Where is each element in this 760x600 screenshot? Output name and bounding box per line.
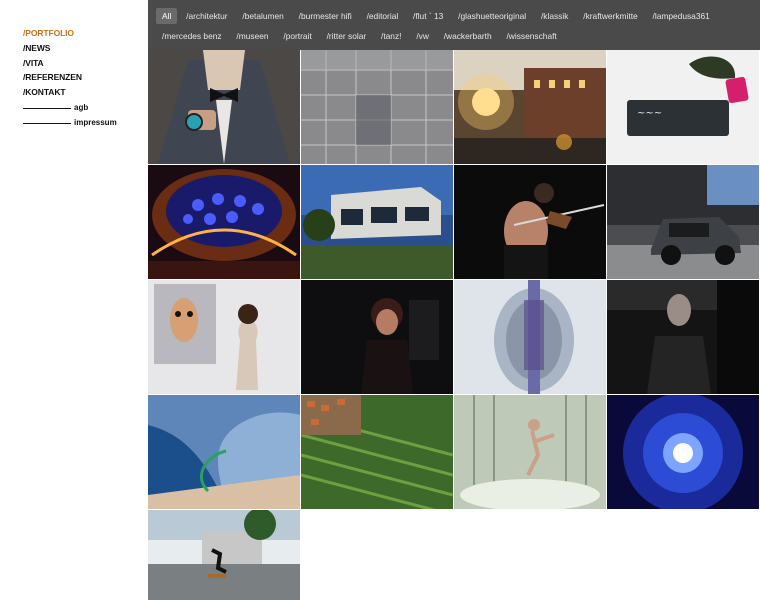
photo-blue-light-swarm[interactable]	[607, 395, 759, 509]
photo-smart-car[interactable]	[607, 165, 759, 279]
photo-vineyard-aerial[interactable]	[301, 395, 453, 509]
photo-man-car-window[interactable]	[607, 280, 759, 394]
photo-particle-detector[interactable]	[454, 280, 606, 394]
filter-row-1: All /architektur /betalumen /burmester h…	[156, 8, 716, 24]
legal-links: agb impressum	[23, 101, 117, 130]
portfolio-gallery: ~~~	[148, 50, 760, 600]
impressum-link[interactable]: impressum	[23, 116, 117, 131]
underline-rule	[23, 122, 71, 124]
nav-item-kontakt[interactable]: /KONTAKT	[23, 85, 82, 100]
nav-item-news[interactable]: /NEWS	[23, 41, 82, 56]
filter-all[interactable]: All	[156, 8, 178, 24]
filter-mercedes-benz[interactable]: /mercedes benz	[156, 28, 228, 44]
filter-flut-13[interactable]: /flut ` 13	[407, 8, 449, 24]
sidebar: /PORTFOLIO /NEWS /VITA /REFERENZEN /KONT…	[0, 0, 148, 600]
filter-betalumen[interactable]: /betalumen	[236, 8, 289, 24]
photo-skater-building[interactable]	[148, 510, 300, 600]
filter-lampedusa361[interactable]: /lampedusa361	[647, 8, 716, 24]
photo-aerial-lake[interactable]	[148, 395, 300, 509]
photo-woman-laughing[interactable]	[301, 280, 453, 394]
filter-portrait[interactable]: /portrait	[277, 28, 317, 44]
filter-museen[interactable]: /museen	[230, 28, 274, 44]
filter-architektur[interactable]: /architektur	[180, 8, 233, 24]
filter-klassik[interactable]: /klassik	[535, 8, 574, 24]
agb-link[interactable]: agb	[23, 101, 117, 116]
filter-burmester-hifi[interactable]: /burmester hifi	[293, 8, 358, 24]
filter-wackerbarth[interactable]: /wackerbarth	[438, 28, 498, 44]
filter-glashuetteoriginal[interactable]: /glashuetteoriginal	[452, 8, 532, 24]
nav-item-vita[interactable]: /VITA	[23, 56, 82, 71]
main-nav: /PORTFOLIO /NEWS /VITA /REFERENZEN /KONT…	[23, 26, 82, 100]
photo-dog-portrait-woman[interactable]	[148, 280, 300, 394]
filter-wissenschaft[interactable]: /wissenschaft	[500, 28, 562, 44]
impressum-label: impressum	[74, 117, 117, 127]
photo-dancer-curtain[interactable]	[454, 395, 606, 509]
svg-text:~~~: ~~~	[637, 108, 662, 119]
agb-label: agb	[74, 103, 89, 112]
underline-rule	[23, 108, 71, 109]
photo-violinist[interactable]	[454, 165, 606, 279]
photo-concert-hall-dome[interactable]	[148, 165, 300, 279]
photo-glass-facade[interactable]	[301, 50, 453, 164]
filter-vw[interactable]: /vw	[410, 28, 435, 44]
photo-man-bowtie-watch[interactable]	[148, 50, 300, 164]
filter-editorial[interactable]: /editorial	[361, 8, 405, 24]
photo-chalkboard-plant[interactable]: ~~~	[607, 50, 759, 164]
nav-item-referenzen[interactable]: /REFERENZEN	[23, 70, 82, 85]
filter-kraftwerkmitte[interactable]: /kraftwerkmitte	[577, 8, 643, 24]
nav-item-portfolio[interactable]: /PORTFOLIO	[23, 26, 82, 41]
filter-row-2: /mercedes benz /museen /portrait /ritter…	[156, 28, 563, 44]
filter-bar: All /architektur /betalumen /burmester h…	[148, 0, 760, 50]
filter-tanz[interactable]: /tanz!	[375, 28, 407, 44]
photo-street-sunset[interactable]	[454, 50, 606, 164]
photo-modern-house[interactable]	[301, 165, 453, 279]
filter-ritter-solar[interactable]: /ritter solar	[321, 28, 373, 44]
